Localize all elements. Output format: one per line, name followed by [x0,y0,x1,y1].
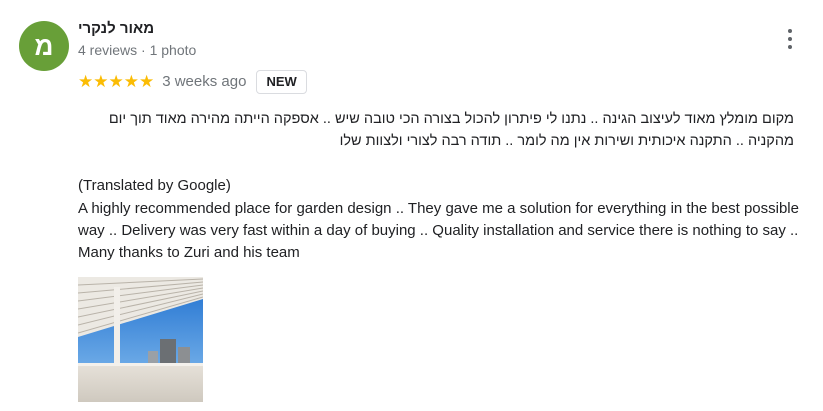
review-photo-image [78,277,203,402]
more-vert-icon-dot [788,29,792,33]
review-original-text: מקום מומלץ מאוד לעיצוב הגינה .. נתנו לי … [108,111,794,149]
review-photo[interactable] [78,277,203,402]
translated-label: (Translated by Google) [78,177,231,194]
more-options-button[interactable] [780,27,800,51]
more-vert-icon-dot [788,37,792,41]
new-badge: NEW [256,70,307,94]
review-translated-text: A highly recommended place for garden de… [78,200,799,261]
avatar[interactable]: מ [19,21,69,71]
more-vert-icon-dot [788,45,792,49]
reviewer-name[interactable]: מאור לנקרי [78,19,154,39]
star-rating: ★★★★★ [78,72,155,91]
review-time: 3 weeks ago [162,73,247,90]
rating-row: ★★★★★ 3 weeks ago NEW [78,69,307,95]
reviewer-meta: 4 reviews · 1 photo [78,42,197,58]
